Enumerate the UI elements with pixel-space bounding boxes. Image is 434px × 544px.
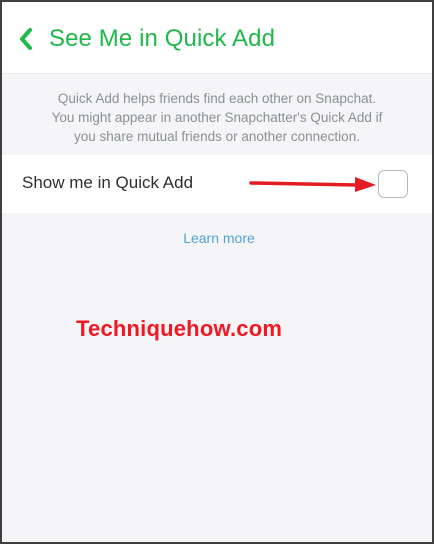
back-button[interactable]	[14, 24, 38, 54]
chevron-left-icon	[20, 28, 32, 50]
description-line-2: You might appear in another Snapchatter'…	[51, 110, 383, 125]
screenshot-frame: See Me in Quick Add Quick Add helps frie…	[0, 0, 434, 544]
show-in-quick-add-checkbox[interactable]	[378, 170, 408, 198]
arrow-right-icon	[249, 177, 376, 192]
show-in-quick-add-label: Show me in Quick Add	[22, 173, 194, 192]
description-line-1: Quick Add helps friends find each other …	[57, 91, 377, 106]
page-title: See Me in Quick Add	[49, 25, 276, 52]
description-line-3: you share mutual friends or another conn…	[74, 129, 360, 144]
learn-more-link[interactable]: Learn more	[2, 229, 432, 247]
quick-add-description: Quick Add helps friends find each other …	[2, 89, 432, 146]
watermark-text: Techniquehow.com	[76, 316, 283, 341]
header-bar: See Me in Quick Add	[2, 2, 432, 74]
